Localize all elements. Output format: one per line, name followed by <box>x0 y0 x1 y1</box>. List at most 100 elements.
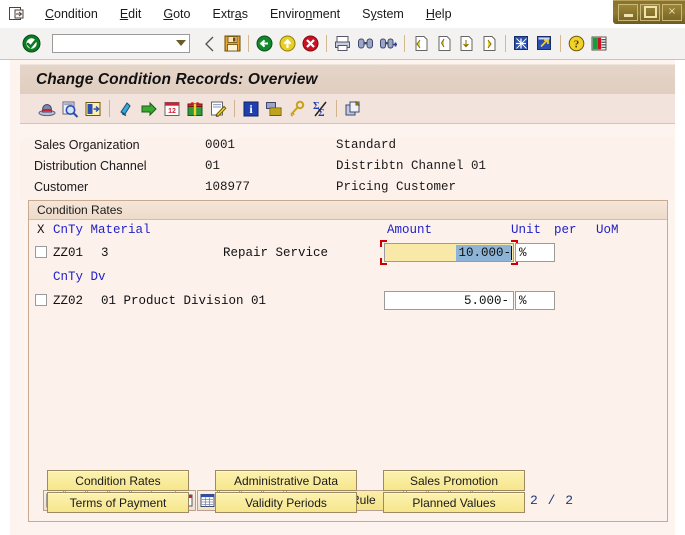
svg-text:?: ? <box>574 39 580 51</box>
goto-arrow-icon[interactable] <box>138 98 159 119</box>
amount-input[interactable]: 5.000- <box>384 291 514 310</box>
menu-item-condition[interactable]: CConditionondition <box>34 5 109 23</box>
display-magnifier-icon[interactable] <box>59 98 80 119</box>
validity-calendar-icon[interactable]: 12 <box>161 98 182 119</box>
help-icon[interactable]: ? <box>566 33 587 54</box>
header-key: 108977 <box>205 180 250 194</box>
tab-planned-values[interactable]: Planned Values <box>383 492 525 513</box>
scales-icon[interactable] <box>263 98 284 119</box>
cell-material[interactable]: 3 <box>101 246 109 260</box>
command-field[interactable] <box>52 34 190 53</box>
menu-item-edit[interactable]: Edit <box>109 5 153 23</box>
svg-text:12: 12 <box>168 108 176 115</box>
toolbar-divider <box>109 100 110 117</box>
menu-bar: CConditionondition Edit Goto Extras Envi… <box>0 0 685 28</box>
sub-column-header-cnty-dv: CnTy Dv <box>53 270 106 284</box>
exit-yellow-arrow-icon[interactable] <box>277 33 298 54</box>
row-select-checkbox[interactable] <box>35 246 47 258</box>
panel-header: Condition Rates <box>29 201 667 220</box>
toolbar-divider <box>326 35 327 52</box>
create-session-icon[interactable] <box>511 33 532 54</box>
sales-promotion-gift-icon[interactable] <box>184 98 205 119</box>
svg-text:Σ: Σ <box>318 108 325 118</box>
window-controls: × <box>613 0 685 24</box>
column-header-cnty-material: CnTy Material <box>53 223 151 237</box>
find-next-icon[interactable] <box>378 33 399 54</box>
print-icon[interactable] <box>332 33 353 54</box>
header-description: Standard <box>336 138 396 152</box>
tab-sales-promotion[interactable]: Sales Promotion <box>383 470 525 491</box>
key-icon[interactable] <box>286 98 307 119</box>
cell-cnty[interactable]: ZZ01 <box>53 246 83 260</box>
menu-item-system[interactable]: System <box>351 5 415 23</box>
header-description: Pricing Customer <box>336 180 456 194</box>
nav-group: ? <box>198 33 611 54</box>
toolbar-divider <box>505 35 506 52</box>
tab-administrative-data[interactable]: Administrative Data <box>215 470 357 491</box>
cell-material[interactable]: 01 Product Division 01 <box>101 294 266 308</box>
panel-title: Condition Rates <box>29 203 122 217</box>
menu-item-help[interactable]: Help <box>415 5 463 23</box>
tab-validity-periods[interactable]: Validity Periods <box>215 492 357 513</box>
row-select-checkbox[interactable] <box>35 294 47 306</box>
toolbar-divider <box>248 35 249 52</box>
menu-item-environment[interactable]: Environment <box>259 5 351 23</box>
toolbar-divider <box>560 35 561 52</box>
header-description: Distribtn Channel 01 <box>336 159 486 173</box>
menu-item-goto[interactable]: Goto <box>152 5 201 23</box>
text-caret <box>511 246 512 260</box>
toolbar-divider <box>404 35 405 52</box>
cancel-red-x-icon[interactable] <box>300 33 321 54</box>
green-check-enter-icon[interactable] <box>20 33 42 55</box>
toolbar-divider <box>234 100 235 117</box>
first-page-icon[interactable] <box>410 33 431 54</box>
amount-field-wrapper: 10.000- <box>384 243 514 262</box>
last-page-icon[interactable] <box>479 33 500 54</box>
create-shortcut-icon[interactable] <box>534 33 555 54</box>
command-input[interactable] <box>53 36 171 51</box>
close-button[interactable]: × <box>662 4 682 21</box>
grid-sub-header-row: CnTy Dv <box>29 268 667 290</box>
maximize-button[interactable] <box>640 4 660 21</box>
edit-pencil-icon[interactable] <box>207 98 228 119</box>
amount-value-selected: 10.000- <box>456 245 511 261</box>
table-row: ZZ01 3 Repair Service 10.000- % <box>29 242 667 268</box>
key-combination-icon[interactable] <box>82 98 103 119</box>
header-row: Sales Organization 0001 Standard <box>20 138 675 159</box>
cell-cnty[interactable]: ZZ02 <box>53 294 83 308</box>
page-title: Change Condition Records: Overview <box>20 71 318 89</box>
condition-rates-grid: X CnTy Material Amount Unit per UoM ZZ01… <box>29 220 667 480</box>
minimize-button[interactable] <box>618 4 638 21</box>
chevron-down-icon[interactable] <box>176 40 186 46</box>
amount-value: 5.000- <box>464 294 509 308</box>
save-icon[interactable] <box>222 33 243 54</box>
info-icon[interactable]: i <box>240 98 261 119</box>
back-green-arrow-icon[interactable] <box>254 33 275 54</box>
header-row: Customer 108977 Pricing Customer <box>20 180 675 201</box>
system-toolbar: ? <box>0 28 685 60</box>
overview-hat-icon[interactable] <box>36 98 57 119</box>
unit-input[interactable]: % <box>515 291 555 310</box>
next-page-icon[interactable] <box>456 33 477 54</box>
copy-condition-icon[interactable] <box>342 98 363 119</box>
cell-description: Repair Service <box>223 246 328 260</box>
header-label: Sales Organization <box>34 138 140 152</box>
layout-menu-icon[interactable] <box>589 33 610 54</box>
toolbar-divider <box>336 100 337 117</box>
menu-item-extras[interactable]: Extras <box>202 5 259 23</box>
column-header-unit: Unit <box>511 223 541 237</box>
summation-icon[interactable]: Σ Σ <box>309 98 330 119</box>
select-hand-icon[interactable] <box>115 98 136 119</box>
back-triangle-icon[interactable] <box>199 33 220 54</box>
previous-page-icon[interactable] <box>433 33 454 54</box>
tab-terms-of-payment[interactable]: Terms of Payment <box>47 492 189 513</box>
amount-input[interactable]: 10.000- <box>384 243 514 262</box>
tab-condition-rates[interactable]: Condition Rates <box>47 470 189 491</box>
sap-system-menu-icon[interactable] <box>8 6 24 22</box>
column-header-uom: UoM <box>596 223 619 237</box>
column-header-select: X <box>37 223 45 237</box>
find-icon[interactable] <box>355 33 376 54</box>
unit-input[interactable]: % <box>515 243 555 262</box>
header-row: Distribution Channel 01 Distribtn Channe… <box>20 159 675 180</box>
header-key: 01 <box>205 159 220 173</box>
